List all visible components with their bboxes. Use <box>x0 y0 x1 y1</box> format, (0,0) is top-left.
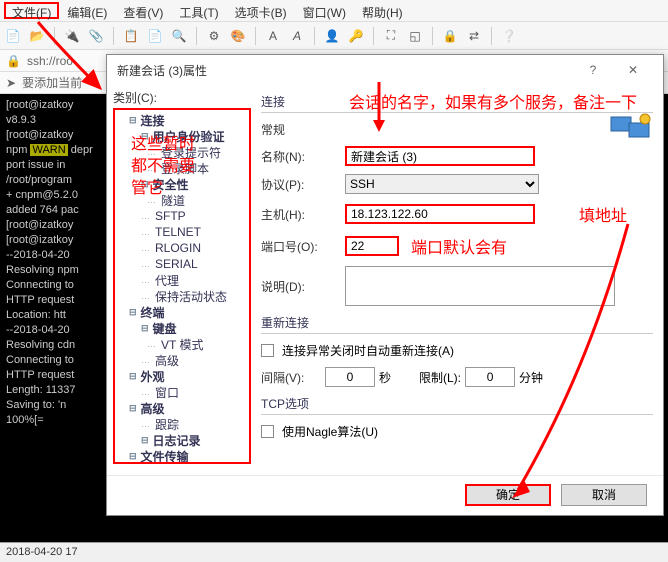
port-input[interactable] <box>345 236 399 256</box>
tree-keepalive[interactable]: 保持活动状态 <box>141 288 245 304</box>
menu-window[interactable]: 窗口(W) <box>295 2 354 19</box>
user-icon[interactable]: 👤 <box>323 27 341 45</box>
new-icon[interactable]: 📄 <box>4 27 22 45</box>
interval-label: 间隔(V): <box>261 369 321 386</box>
tree-security[interactable]: 安全性 <box>141 176 245 192</box>
dialog-title: 新建会话 (3)属性 <box>117 62 573 79</box>
port-label: 端口号(O): <box>261 238 341 255</box>
interval-input[interactable] <box>325 367 375 387</box>
fit-icon[interactable]: ◱ <box>406 27 424 45</box>
annotation-port: 端口默认会有 <box>411 234 507 258</box>
menu-tabs[interactable]: 选项卡(B) <box>227 2 295 19</box>
send-icon: ➤ <box>6 76 16 90</box>
name-label: 名称(N): <box>261 148 341 165</box>
disconnect-icon[interactable]: 📎 <box>87 27 105 45</box>
host-input[interactable] <box>345 204 535 224</box>
color-icon[interactable]: 🎨 <box>229 27 247 45</box>
search-icon[interactable]: 🔍 <box>170 27 188 45</box>
tree-keyboard[interactable]: 键盘 <box>141 320 245 336</box>
menu-edit[interactable]: 编辑(E) <box>59 2 115 19</box>
limit-unit: 分钟 <box>519 369 543 386</box>
tree-connection[interactable]: 连接 <box>129 112 245 128</box>
group-tcp: TCP选项 <box>261 395 653 415</box>
cancel-button[interactable]: 取消 <box>561 484 647 506</box>
reconnect-icon[interactable]: 🔌 <box>63 27 81 45</box>
menubar: 文件(F) 编辑(E) 查看(V) 工具(T) 选项卡(B) 窗口(W) 帮助(… <box>0 0 668 22</box>
menu-file[interactable]: 文件(F) <box>4 2 59 19</box>
lock-icon[interactable]: 🔒 <box>441 27 459 45</box>
protocol-select[interactable]: SSH <box>345 174 539 194</box>
protocol-label: 协议(P): <box>261 176 341 193</box>
computers-icon <box>609 111 653 145</box>
status-bar: 2018-04-20 17 <box>0 542 668 562</box>
quick-command-text: 要添加当前 <box>22 74 82 91</box>
desc-label: 说明(D): <box>261 278 341 295</box>
fontstyle-icon[interactable]: A <box>288 27 306 45</box>
annotation-host: 填地址 <box>579 202 627 226</box>
tree-rlogin[interactable]: RLOGIN <box>141 240 245 256</box>
tree-advanced[interactable]: 高级 <box>129 400 245 416</box>
tree-proxy[interactable]: 代理 <box>141 272 245 288</box>
paste-icon[interactable]: 📄 <box>146 27 164 45</box>
tree-telnet[interactable]: TELNET <box>141 224 245 240</box>
ok-button[interactable]: 确定 <box>465 484 551 506</box>
nagle-checkbox[interactable] <box>261 425 274 438</box>
tree-loginscript[interactable]: 登录脚本 <box>147 160 245 176</box>
tree-sftp[interactable]: SFTP <box>141 208 245 224</box>
session-properties-dialog: 新建会话 (3)属性 ? ✕ 类别(C): 连接 用户身份验证 登录提示符 登录… <box>106 54 664 516</box>
tree-vt[interactable]: VT 模式 <box>147 336 245 352</box>
name-input[interactable] <box>345 146 535 166</box>
address-text: ssh://roo <box>27 54 73 68</box>
category-tree[interactable]: 连接 用户身份验证 登录提示符 登录脚本 安全性 隧道 SFTP TELNET … <box>113 108 251 464</box>
tree-terminal[interactable]: 终端 <box>129 304 245 320</box>
reconnect-checkbox[interactable] <box>261 344 274 357</box>
tree-adv[interactable]: 高级 <box>141 352 245 368</box>
help-icon[interactable]: ❔ <box>500 27 518 45</box>
menu-help[interactable]: 帮助(H) <box>354 2 411 19</box>
tree-auth[interactable]: 用户身份验证 <box>141 128 245 144</box>
annotation-session-note: 会话的名字，如果有多个服务，备注一下 <box>349 89 659 113</box>
font-icon[interactable]: A <box>264 27 282 45</box>
limit-label: 限制(L): <box>419 369 461 386</box>
tree-log[interactable]: 日志记录 <box>141 432 245 448</box>
group-reconnect: 重新连接 <box>261 314 653 334</box>
tree-window[interactable]: 窗口 <box>141 384 245 400</box>
props-icon[interactable]: ⚙ <box>205 27 223 45</box>
fullscreen-icon[interactable]: ⛶ <box>382 27 400 45</box>
interval-unit: 秒 <box>379 369 391 386</box>
tree-tunnel[interactable]: 隧道 <box>147 192 245 208</box>
host-label: 主机(H): <box>261 206 341 223</box>
open-icon[interactable]: 📂 <box>28 27 46 45</box>
toolbar: 📄 📂 🔌 📎 📋 📄 🔍 ⚙ 🎨 A A 👤 🔑 ⛶ ◱ 🔒 ⇄ ❔ <box>0 22 668 50</box>
desc-input[interactable] <box>345 266 615 306</box>
lock-icon: 🔒 <box>6 54 21 68</box>
category-label: 类别(C): <box>113 89 251 106</box>
menu-tools[interactable]: 工具(T) <box>171 2 226 19</box>
tree-trace[interactable]: 跟踪 <box>141 416 245 432</box>
transfer-icon[interactable]: ⇄ <box>465 27 483 45</box>
copy-icon[interactable]: 📋 <box>122 27 140 45</box>
tree-serial[interactable]: SERIAL <box>141 256 245 272</box>
general-label: 常规 <box>261 121 341 138</box>
help-button[interactable]: ? <box>573 56 613 84</box>
key-icon[interactable]: 🔑 <box>347 27 365 45</box>
tree-loginprompt[interactable]: 登录提示符 <box>147 144 245 160</box>
limit-input[interactable] <box>465 367 515 387</box>
close-button[interactable]: ✕ <box>613 56 653 84</box>
reconnect-label: 连接异常关闭时自动重新连接(A) <box>282 342 454 359</box>
nagle-label: 使用Nagle算法(U) <box>282 423 378 440</box>
tree-appearance[interactable]: 外观 <box>129 368 245 384</box>
menu-view[interactable]: 查看(V) <box>115 2 171 19</box>
tree-filetransfer[interactable]: 文件传输 <box>129 448 245 464</box>
